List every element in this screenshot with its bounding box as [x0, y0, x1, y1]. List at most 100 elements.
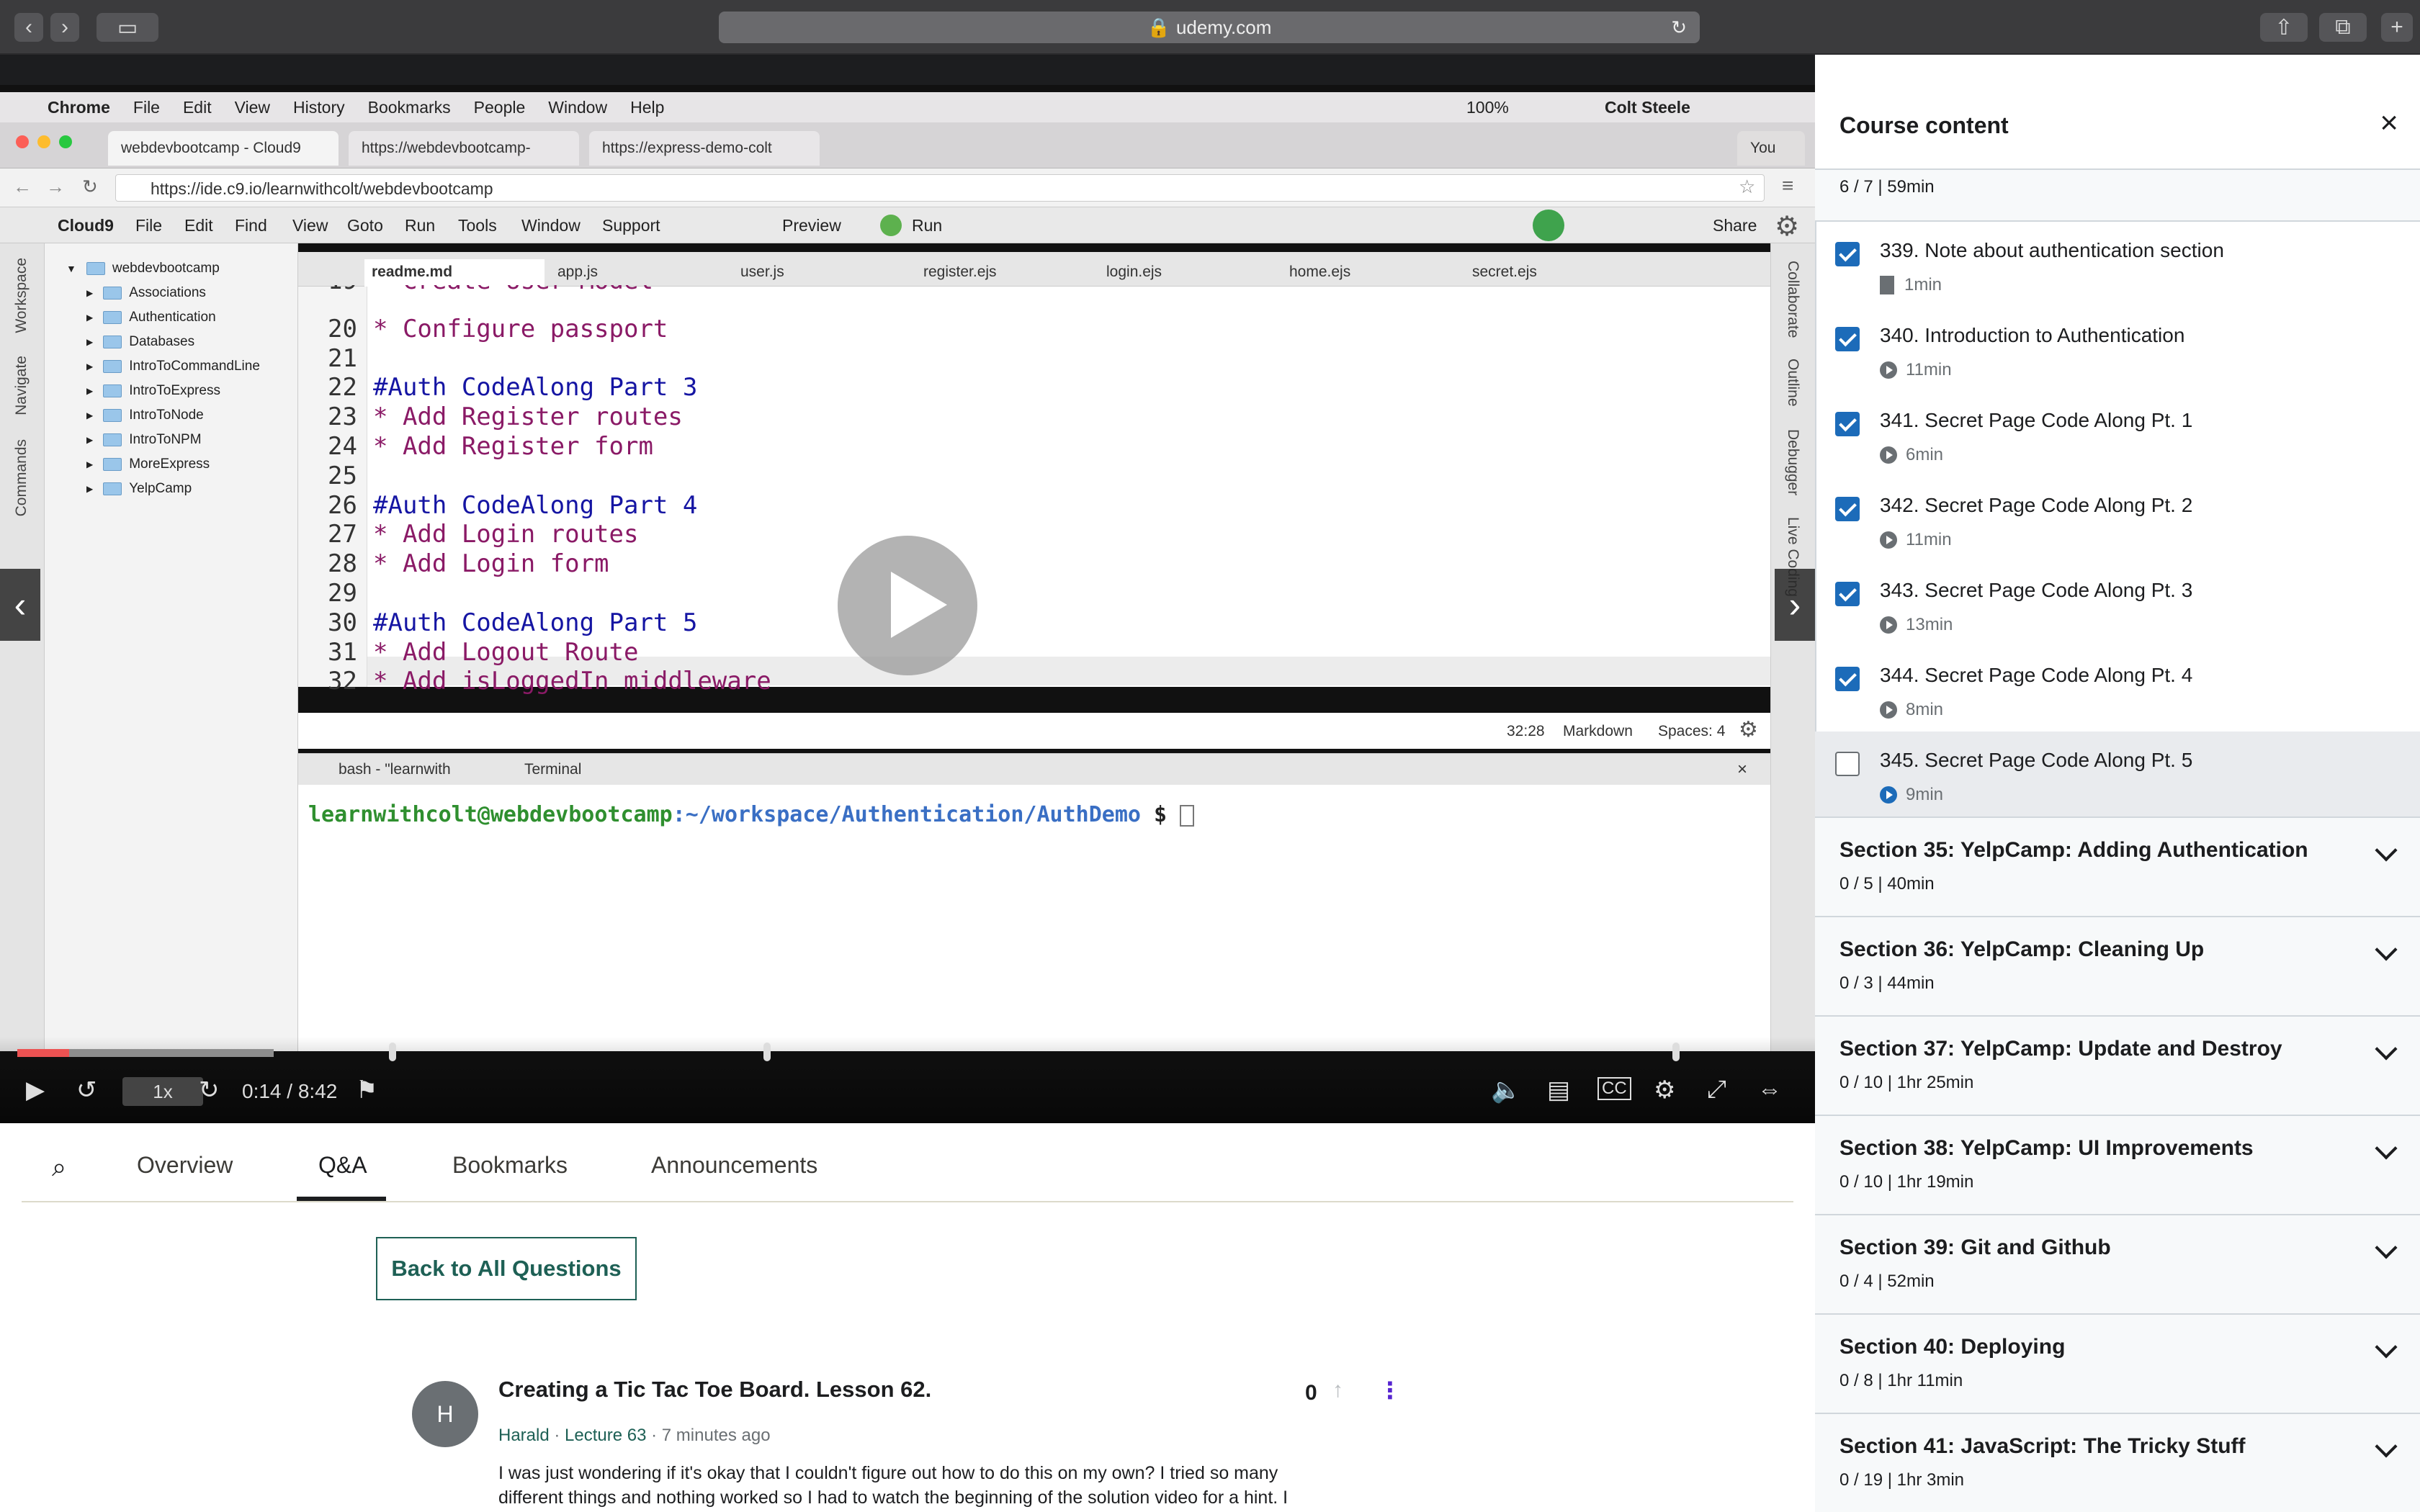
- author-link[interactable]: Harald: [498, 1426, 550, 1445]
- menubar-item: File: [133, 97, 160, 117]
- reload-icon[interactable]: ↻: [1671, 17, 1687, 39]
- section-header[interactable]: Section 36: YelpCamp: Cleaning Up 0 / 3 |…: [1815, 916, 2420, 1015]
- code-line: * Configure passport: [373, 314, 668, 343]
- upvote-icon[interactable]: ↑: [1332, 1378, 1343, 1403]
- new-tab-button[interactable]: +: [2381, 13, 2413, 42]
- file-tree: ▼ webdevbootcamp ▶ Associations ▶ Authentic…: [45, 243, 298, 1051]
- chrome-tabbar: webdevbootcamp - Cloud9 https://webdevbo…: [0, 122, 1815, 168]
- section-header[interactable]: Section 39: Git and Github 0 / 4 | 52min: [1815, 1214, 2420, 1313]
- lecture-checkbox[interactable]: [1835, 327, 1860, 351]
- section-header[interactable]: Section 35: YelpCamp: Adding Authenticat…: [1815, 816, 2420, 916]
- terminal-cursor: [1180, 804, 1195, 827]
- forward-button[interactable]: ›: [50, 13, 79, 42]
- menu-icon: ≡: [1782, 174, 1794, 197]
- star-icon: ☆: [1739, 176, 1756, 197]
- menubar-item: History: [293, 97, 345, 117]
- code-line: * Add Logout Route: [373, 637, 639, 667]
- play-button[interactable]: [838, 536, 977, 675]
- settings-icon[interactable]: ⚙: [1654, 1076, 1675, 1104]
- tab-announcements[interactable]: Announcements: [651, 1152, 817, 1179]
- lecture-checkbox[interactable]: [1835, 752, 1860, 776]
- lecture-item[interactable]: 343. Secret Page Code Along Pt. 3 13min: [1815, 562, 2420, 647]
- close-icon[interactable]: ×: [2380, 105, 2398, 141]
- sidebar-toggle-button[interactable]: ▭: [97, 13, 158, 42]
- cloud9-brand: Cloud9: [58, 216, 114, 235]
- question-time: 7 minutes ago: [661, 1426, 771, 1445]
- lecture-item[interactable]: 341. Secret Page Code Along Pt. 1 6min: [1815, 392, 2420, 477]
- avatar[interactable]: H: [412, 1381, 478, 1447]
- rewind-icon[interactable]: ↺: [76, 1076, 97, 1104]
- volume-icon[interactable]: 🔈: [1491, 1076, 1521, 1104]
- chevron-down-icon: [2375, 1137, 2398, 1160]
- play-icon[interactable]: ▶: [26, 1076, 45, 1104]
- line-number: 25: [328, 461, 357, 490]
- close-icon: ×: [1737, 760, 1748, 779]
- address-bar[interactable]: 🔒 udemy.com ↻: [719, 12, 1700, 43]
- section-title: Section 38: YelpCamp: UI Improvements: [1839, 1136, 2254, 1160]
- editor-statusbar: 32:28 Markdown Spaces: 4 ⚙: [298, 713, 1770, 749]
- add-bookmark-icon[interactable]: ⚑: [356, 1076, 377, 1104]
- panel-label: Navigate: [13, 356, 30, 415]
- lecture-item[interactable]: 342. Secret Page Code Along Pt. 2 11min: [1815, 477, 2420, 562]
- line-number: 29: [328, 579, 357, 608]
- section-meta: 0 / 5 | 40min: [1839, 874, 1935, 894]
- more-options-icon[interactable]: ⋮: [1379, 1377, 1402, 1404]
- section-header[interactable]: Section 37: YelpCamp: Update and Destroy…: [1815, 1015, 2420, 1115]
- tab-bookmarks[interactable]: Bookmarks: [452, 1152, 568, 1179]
- section-header[interactable]: Section 41: JavaScript: The Tricky Stuff…: [1815, 1413, 2420, 1512]
- lecture-link[interactable]: Lecture 63: [565, 1426, 646, 1445]
- back-to-questions-button[interactable]: Back to All Questions: [376, 1237, 637, 1300]
- lecture-checkbox[interactable]: [1835, 497, 1860, 521]
- lecture-item[interactable]: 344. Secret Page Code Along Pt. 4 8min: [1815, 647, 2420, 732]
- tree-root: ▼ webdevbootcamp: [66, 261, 220, 276]
- menubar-app: Chrome: [48, 97, 110, 117]
- chevron-down-icon: [2375, 1336, 2398, 1359]
- bookmark-marker[interactable]: [763, 1043, 771, 1061]
- transcript-icon[interactable]: ▤: [1547, 1076, 1570, 1104]
- chrome-tab: https://webdevbootcamp-: [349, 131, 579, 166]
- lecture-checkbox[interactable]: [1835, 242, 1860, 266]
- back-arrow-icon: ←: [13, 176, 32, 197]
- browser-toolbar: ‹ › ▭ 🔒 udemy.com ↻ ⇧ ⧉ +: [0, 0, 2420, 55]
- tree-folder: ▶ Authentication: [86, 310, 216, 325]
- menubar-item: Help: [630, 97, 665, 117]
- c9-menu-item: Window: [521, 216, 581, 235]
- editor-tabs: readme.md app.js user.js register.ejs lo…: [298, 252, 1770, 287]
- lecture-title: 340. Introduction to Authentication: [1880, 324, 2185, 346]
- forward-icon[interactable]: ↻: [199, 1076, 220, 1104]
- search-icon[interactable]: ⌕: [52, 1152, 66, 1183]
- question-title[interactable]: Creating a Tic Tac Toe Board. Lesson 62.: [498, 1377, 931, 1403]
- speed-button[interactable]: 1x: [122, 1077, 203, 1106]
- lecture-item[interactable]: 339. Note about authentication section 1m…: [1815, 222, 2420, 307]
- fullscreen-icon[interactable]: ⤢: [1707, 1076, 1726, 1104]
- line-number: 32: [328, 667, 357, 696]
- lecture-checkbox[interactable]: [1835, 582, 1860, 606]
- chevron-down-icon: [2375, 1038, 2398, 1061]
- section-header[interactable]: Section 38: YelpCamp: UI Improvements 0 /…: [1815, 1115, 2420, 1214]
- bookmark-marker[interactable]: [1672, 1043, 1680, 1061]
- video-icon: [1880, 701, 1897, 719]
- lecture-duration: 11min: [1906, 360, 1952, 379]
- tab-overview[interactable]: Overview: [137, 1152, 233, 1179]
- lecture-meta: 11min: [1880, 360, 1952, 380]
- lecture-item[interactable]: 345. Secret Page Code Along Pt. 5 9min: [1815, 732, 2420, 816]
- share-label: Share: [1713, 216, 1757, 235]
- share-button[interactable]: ⇧: [2260, 13, 2308, 42]
- tab-qa[interactable]: Q&A: [318, 1152, 367, 1179]
- section-header[interactable]: Section 40: Deploying 0 / 8 | 1hr 11min: [1815, 1313, 2420, 1413]
- lecture-checkbox[interactable]: [1835, 667, 1860, 691]
- lecture-checkbox[interactable]: [1835, 412, 1860, 436]
- back-button[interactable]: ‹: [14, 13, 43, 42]
- lecture-item[interactable]: 340. Introduction to Authentication 11min: [1815, 307, 2420, 392]
- previous-lecture-button[interactable]: ‹: [0, 569, 40, 641]
- captions-icon[interactable]: CC: [1597, 1077, 1631, 1100]
- line-number: 22: [328, 373, 357, 402]
- expand-icon[interactable]: ⇔: [1757, 1076, 1782, 1104]
- tabs-overview-button[interactable]: ⧉: [2319, 13, 2367, 42]
- bookmark-marker[interactable]: [389, 1043, 396, 1061]
- lecture-meta: 6min: [1880, 445, 1943, 465]
- panel-label: Collaborate: [1785, 261, 1801, 338]
- tree-folder: ▶ IntroToCommandLine: [86, 359, 260, 374]
- section-meta: 0 / 10 | 1hr 19min: [1839, 1172, 1974, 1192]
- next-lecture-button[interactable]: ›: [1775, 569, 1815, 641]
